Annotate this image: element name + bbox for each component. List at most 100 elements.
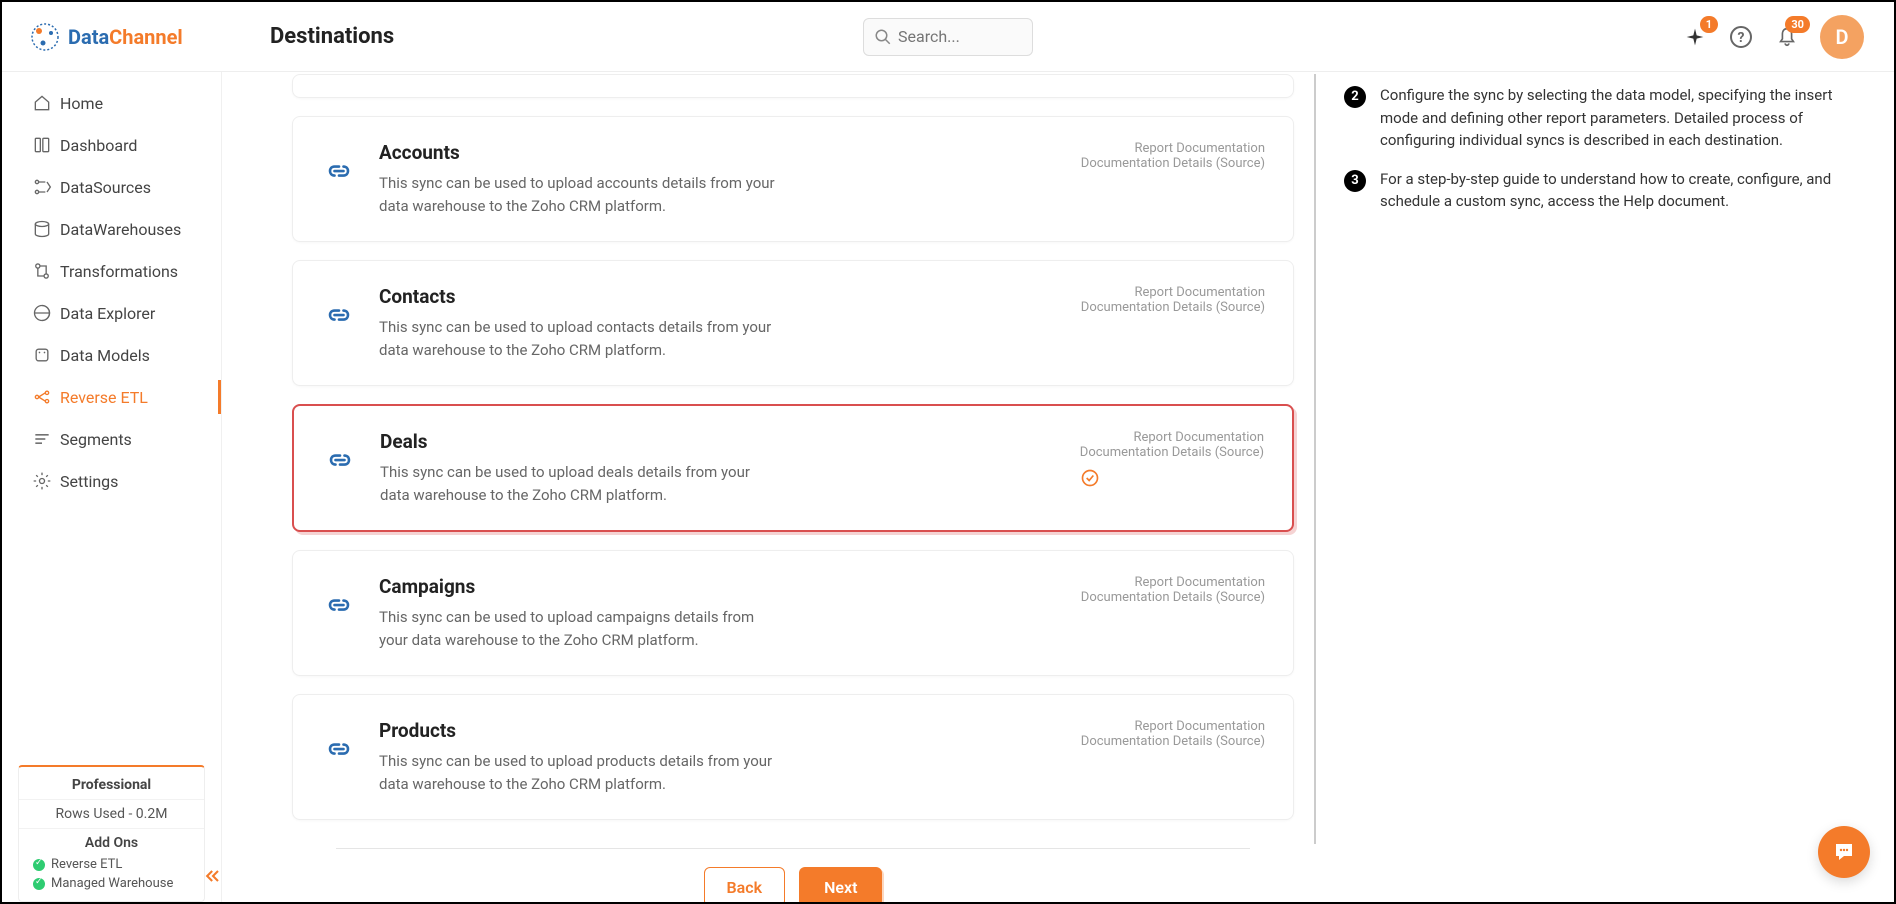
link-icon	[321, 297, 357, 333]
plan-addons-title: Add Ons	[19, 829, 204, 855]
sparkle-badge: 1	[1700, 16, 1718, 33]
segments-icon	[32, 429, 60, 449]
link-icon	[322, 442, 358, 478]
sidebar-item-label: DataWarehouses	[60, 220, 181, 239]
report-documentation-link[interactable]: Report Documentation	[1081, 141, 1265, 156]
report-documentation-link[interactable]: Report Documentation	[1081, 575, 1265, 590]
documentation-details-link[interactable]: Documentation Details (Source)	[1081, 734, 1265, 749]
documentation-details-link[interactable]: Documentation Details (Source)	[1081, 156, 1265, 171]
search-input[interactable]	[863, 18, 1033, 56]
sync-title: Products	[379, 719, 1059, 742]
sidebar-item-dashboard[interactable]: Dashboard	[2, 124, 221, 166]
sidebar-item-reverse-etl[interactable]: Reverse ETL	[2, 376, 221, 418]
sync-card-accounts[interactable]: Accounts This sync can be used to upload …	[292, 116, 1294, 242]
help-button[interactable]: ?	[1728, 24, 1754, 50]
sidebar: Home Dashboard DataSources DataWarehouses Tr…	[2, 2, 222, 902]
datasources-icon	[32, 177, 60, 197]
sync-card-truncated[interactable]	[292, 74, 1294, 98]
notifications-badge: 30	[1785, 16, 1810, 33]
sync-description: This sync can be used to upload accounts…	[379, 172, 779, 217]
sidebar-item-home[interactable]: Home	[2, 82, 221, 124]
divider	[336, 848, 1250, 849]
report-documentation-link[interactable]: Report Documentation	[1081, 285, 1265, 300]
plan-box: Professional Rows Used - 0.2M Add Ons Re…	[18, 765, 205, 902]
content-column: Accounts This sync can be used to upload …	[222, 74, 1314, 902]
sync-description: This sync can be used to upload contacts…	[379, 316, 779, 361]
data-models-icon	[32, 345, 60, 365]
documentation-details-link[interactable]: Documentation Details (Source)	[1081, 590, 1265, 605]
sidebar-item-label: Dashboard	[60, 136, 137, 155]
sync-card-contacts[interactable]: Contacts This sync can be used to upload …	[292, 260, 1294, 386]
sidebar-item-label: Home	[60, 94, 103, 113]
svg-text:?: ?	[1738, 30, 1745, 46]
step-text: Configure the sync by selecting the data…	[1380, 84, 1864, 152]
link-icon	[321, 587, 357, 623]
home-icon	[32, 93, 60, 113]
logo[interactable]: DataChannel	[2, 22, 222, 52]
documentation-details-link[interactable]: Documentation Details (Source)	[1080, 445, 1264, 460]
sidebar-item-data-models[interactable]: Data Models	[2, 334, 221, 376]
chat-icon	[1832, 840, 1856, 864]
sidebar-item-settings[interactable]: Settings	[2, 460, 221, 502]
sidebar-item-transformations[interactable]: Transformations	[2, 250, 221, 292]
collapse-sidebar-button[interactable]	[203, 866, 223, 886]
sync-title: Contacts	[379, 285, 1059, 308]
sync-title: Deals	[380, 430, 1058, 453]
sidebar-item-label: Transformations	[60, 262, 178, 281]
report-documentation-link[interactable]: Report Documentation	[1080, 430, 1264, 445]
step-number: 3	[1344, 170, 1366, 192]
sync-title: Accounts	[379, 141, 1059, 164]
report-documentation-link[interactable]: Report Documentation	[1081, 719, 1265, 734]
sync-card-products[interactable]: ProductsThis sync can be used to upload …	[292, 694, 1294, 820]
chevron-double-left-icon	[203, 866, 223, 886]
help-step: 2 Configure the sync by selecting the dat…	[1344, 84, 1864, 152]
sidebar-item-label: Segments	[60, 430, 132, 449]
help-icon: ?	[1729, 25, 1753, 49]
next-button[interactable]: Next	[799, 867, 882, 902]
plan-rows: Rows Used - 0.2M	[19, 799, 204, 829]
help-step: 3 For a step-by-step guide to understand …	[1344, 168, 1864, 213]
sparkle-button[interactable]: 1	[1682, 24, 1708, 50]
page-title: Destinations	[270, 24, 394, 49]
sidebar-item-label: Data Models	[60, 346, 150, 365]
link-icon	[321, 153, 357, 189]
reverse-etl-icon	[32, 387, 60, 407]
transformations-icon	[32, 261, 60, 281]
sidebar-item-label: Reverse ETL	[60, 388, 148, 407]
logo-text-1: Data	[68, 25, 109, 49]
link-icon	[321, 731, 357, 767]
sidebar-item-label: Data Explorer	[60, 304, 155, 323]
sidebar-item-data-explorer[interactable]: Data Explorer	[2, 292, 221, 334]
documentation-details-link[interactable]: Documentation Details (Source)	[1081, 300, 1265, 315]
sync-description: This sync can be used to upload campaign…	[379, 606, 779, 651]
sidebar-item-datasources[interactable]: DataSources	[2, 166, 221, 208]
checkmark-icon	[1080, 468, 1100, 488]
chat-button[interactable]	[1818, 826, 1870, 878]
data-explorer-icon	[32, 303, 60, 323]
notifications-button[interactable]: 30	[1774, 24, 1800, 50]
plan-name: Professional	[19, 767, 204, 799]
check-icon	[33, 878, 45, 890]
back-button[interactable]: Back	[704, 867, 786, 902]
sync-title: Campaigns	[379, 575, 1059, 598]
datawarehouses-icon	[32, 219, 60, 239]
sidebar-item-datawarehouses[interactable]: DataWarehouses	[2, 208, 221, 250]
help-panel: 2 Configure the sync by selecting the dat…	[1314, 74, 1894, 902]
sync-card-deals[interactable]: DealsThis sync can be used to upload dea…	[292, 404, 1294, 532]
step-number: 2	[1344, 86, 1366, 108]
sync-card-campaigns[interactable]: Campaigns This sync can be used to upload…	[292, 550, 1294, 676]
check-icon	[33, 859, 45, 871]
logo-text-2: Channel	[109, 25, 183, 49]
dashboard-icon	[32, 135, 60, 155]
header: DataChannel Destinations 1 ? 30 D	[2, 2, 1894, 72]
avatar[interactable]: D	[1820, 15, 1864, 59]
settings-icon	[32, 471, 60, 491]
logo-icon	[30, 22, 60, 52]
search-icon	[874, 28, 892, 46]
plan-addon: Managed Warehouse	[19, 874, 204, 893]
step-text: For a step-by-step guide to understand h…	[1380, 168, 1864, 213]
sidebar-item-label: Settings	[60, 472, 118, 491]
plan-addon: Reverse ETL	[19, 855, 204, 874]
sidebar-item-segments[interactable]: Segments	[2, 418, 221, 460]
sidebar-item-label: DataSources	[60, 178, 151, 197]
